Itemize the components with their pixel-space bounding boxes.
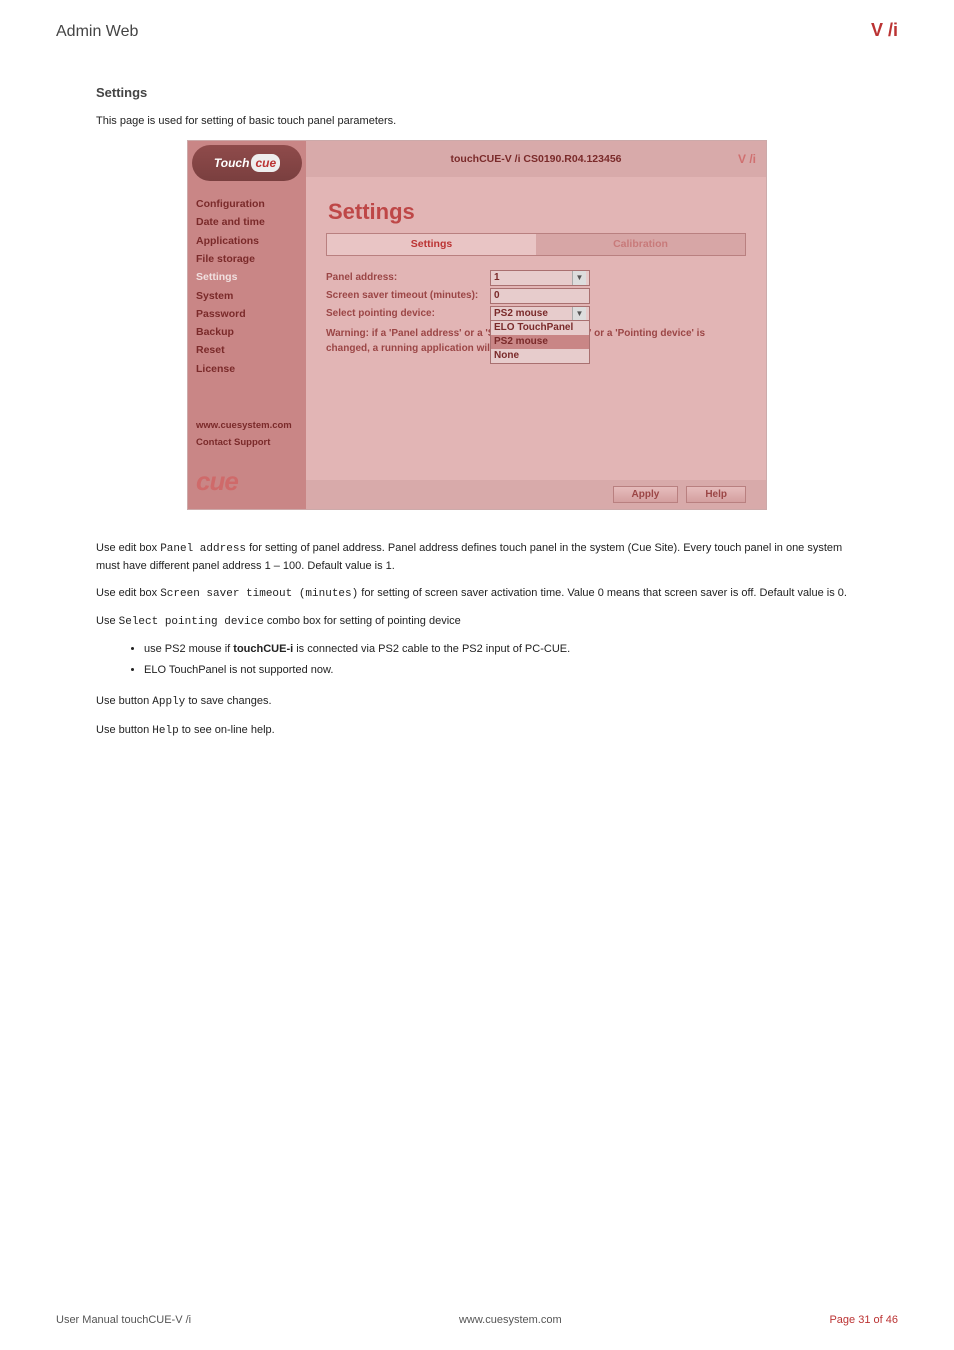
panel-address-label: Panel address: bbox=[326, 270, 490, 286]
paragraph-screensaver: Use edit box Screen saver timeout (minut… bbox=[96, 585, 858, 603]
dropdown-option-elo[interactable]: ELO TouchPanel bbox=[491, 321, 589, 335]
pointing-device-list: use PS2 mouse if touchCUE-i is connected… bbox=[144, 641, 858, 679]
list-item: use PS2 mouse if touchCUE-i is connected… bbox=[144, 641, 858, 658]
contact-support-link[interactable]: Contact Support bbox=[196, 436, 298, 451]
sidebar-item-reset[interactable]: Reset bbox=[196, 341, 298, 359]
main-header: touchCUE-V /i CS0190.R04.123456 V /i bbox=[306, 141, 766, 177]
chevron-down-icon: ▼ bbox=[572, 271, 586, 285]
sidebar-item-applications[interactable]: Applications bbox=[196, 232, 298, 250]
sidebar-support: www.cuesystem.com Contact Support bbox=[188, 413, 306, 458]
support-link[interactable]: www.cuesystem.com bbox=[196, 419, 298, 434]
apply-button[interactable]: Apply bbox=[613, 486, 679, 503]
section-heading: Settings bbox=[96, 83, 858, 103]
footer-center: www.cuesystem.com bbox=[459, 1314, 562, 1326]
intro-paragraph: This page is used for setting of basic t… bbox=[96, 113, 858, 130]
sidebar-item-datetime[interactable]: Date and time bbox=[196, 213, 298, 231]
dropdown-option-none[interactable]: None bbox=[491, 349, 589, 363]
header-version: V /i bbox=[738, 150, 756, 169]
touchcue-logo: Touchcue bbox=[192, 145, 302, 181]
cue-logo: cue bbox=[188, 459, 306, 509]
paragraph-help: Use button Help to see on-line help. bbox=[96, 722, 858, 740]
tab-settings[interactable]: Settings bbox=[327, 234, 536, 254]
screensaver-value: 0 bbox=[494, 288, 500, 304]
sidebar-nav: Configuration Date and time Applications… bbox=[188, 185, 306, 384]
sidebar-item-license[interactable]: License bbox=[196, 360, 298, 378]
main-panel: touchCUE-V /i CS0190.R04.123456 V /i Set… bbox=[306, 141, 766, 509]
sidebar-item-settings[interactable]: Settings bbox=[196, 268, 298, 286]
tab-calibration[interactable]: Calibration bbox=[536, 234, 745, 254]
footer-left: User Manual touchCUE-V /i bbox=[56, 1314, 191, 1326]
chevron-down-icon: ▼ bbox=[572, 307, 586, 321]
header-device-id: touchCUE-V /i CS0190.R04.123456 bbox=[451, 151, 622, 167]
dropdown-option-ps2[interactable]: PS2 mouse bbox=[491, 335, 589, 349]
page-title: Settings bbox=[328, 195, 746, 229]
sidebar-item-filestorage[interactable]: File storage bbox=[196, 250, 298, 268]
paragraph-pointing: Use Select pointing device combo box for… bbox=[96, 613, 858, 631]
help-button[interactable]: Help bbox=[686, 486, 746, 503]
pointing-device-dropdown[interactable]: ELO TouchPanel PS2 mouse None bbox=[490, 320, 590, 364]
panel-address-select[interactable]: 1 ▼ bbox=[490, 270, 590, 286]
doc-header-title: Admin Web bbox=[56, 23, 138, 41]
screensaver-label: Screen saver timeout (minutes): bbox=[326, 288, 490, 304]
sidebar-item-password[interactable]: Password bbox=[196, 305, 298, 323]
footer-right: Page 31 of 46 bbox=[829, 1314, 898, 1326]
logo-text-b: cue bbox=[251, 154, 280, 173]
pointing-device-label: Select pointing device: bbox=[326, 306, 490, 322]
list-item: ELO TouchPanel is not supported now. bbox=[144, 662, 858, 679]
embedded-screenshot: Touchcue Configuration Date and time App… bbox=[187, 140, 767, 510]
paragraph-panel-address: Use edit box Panel address for setting o… bbox=[96, 540, 858, 575]
sidebar-item-backup[interactable]: Backup bbox=[196, 323, 298, 341]
screensaver-input[interactable]: 0 bbox=[490, 288, 590, 304]
panel-address-value: 1 bbox=[494, 270, 500, 286]
sidebar-item-configuration[interactable]: Configuration bbox=[196, 195, 298, 213]
tabs: Settings Calibration bbox=[326, 233, 746, 255]
sidebar-item-system[interactable]: System bbox=[196, 287, 298, 305]
doc-header-version: V /i bbox=[871, 20, 898, 41]
logo-text-a: Touch bbox=[214, 154, 250, 173]
paragraph-apply: Use button Apply to save changes. bbox=[96, 693, 858, 711]
sidebar: Touchcue Configuration Date and time App… bbox=[188, 141, 306, 509]
